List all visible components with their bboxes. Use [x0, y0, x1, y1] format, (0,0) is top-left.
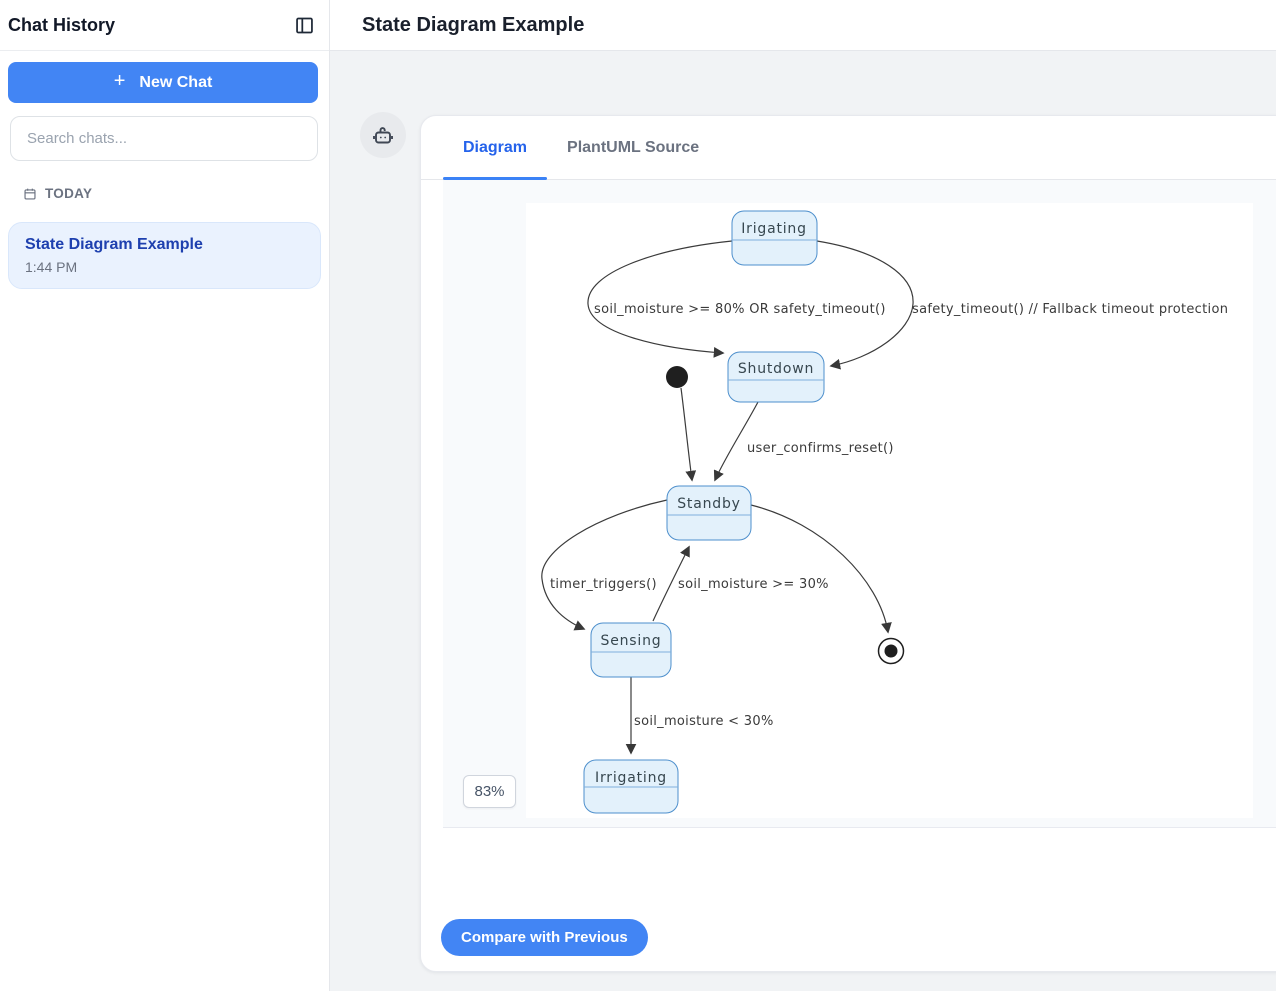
sidebar-header: Chat History [0, 0, 329, 51]
compare-button-label: Compare with Previous [461, 929, 628, 946]
edge-initial-standby [681, 388, 692, 480]
zoom-level-value: 83% [474, 783, 504, 800]
transition-label: soil_moisture >= 80% OR safety_timeout() [594, 302, 886, 317]
new-chat-button[interactable]: + New Chat [8, 62, 318, 103]
compare-with-previous-button[interactable]: Compare with Previous [441, 919, 648, 956]
tab-bar: Diagram PlantUML Source [421, 116, 1276, 180]
page-title: State Diagram Example [362, 14, 584, 37]
zoom-level-badge[interactable]: 83% [463, 775, 516, 808]
state-label: Irrigating [595, 770, 667, 786]
assistant-message-card: Diagram PlantUML Source [420, 115, 1276, 972]
today-label: TODAY [45, 186, 92, 201]
today-section-header: TODAY [23, 186, 329, 201]
state-shutdown: Shutdown [728, 352, 824, 402]
final-state [879, 639, 904, 664]
edge-irigating-shutdown-left [588, 241, 732, 353]
robot-icon [371, 123, 395, 147]
main-header: State Diagram Example [330, 0, 1276, 51]
state-sensing: Sensing [591, 623, 671, 677]
diagram-canvas: Irigating Shutdown Standby [526, 203, 1253, 818]
tab-plantuml-source-label: PlantUML Source [567, 139, 699, 157]
tab-diagram-label: Diagram [463, 139, 527, 157]
chat-content-area: Diagram PlantUML Source [330, 51, 1276, 991]
initial-state-dot [666, 366, 688, 388]
new-chat-label: New Chat [139, 74, 212, 92]
state-label: Irigating [741, 221, 807, 237]
avatar [360, 112, 406, 158]
state-irrigating-bottom: Irrigating [584, 760, 678, 813]
transition-label: soil_moisture < 30% [634, 714, 774, 729]
search-input[interactable] [10, 116, 318, 161]
app: Chat History + New Chat TODAY Sta [0, 0, 1276, 991]
transition-label: soil_moisture >= 30% [678, 577, 829, 592]
transition-label: timer_triggers() [550, 577, 657, 592]
tab-plantuml-source[interactable]: PlantUML Source [547, 116, 719, 179]
calendar-icon [23, 187, 37, 201]
chat-history-sidebar: Chat History + New Chat TODAY Sta [0, 0, 330, 991]
diagram-viewport[interactable]: Irigating Shutdown Standby [443, 180, 1276, 828]
state-label: Sensing [601, 633, 662, 649]
tab-diagram[interactable]: Diagram [443, 116, 547, 179]
state-label: Shutdown [738, 361, 814, 377]
sidebar-toggle-icon[interactable] [293, 14, 315, 36]
state-standby: Standby [667, 486, 751, 540]
chat-list-item[interactable]: State Diagram Example 1:44 PM [8, 222, 321, 289]
state-label: Standby [677, 496, 741, 512]
state-irigating-top: Irigating [732, 211, 817, 265]
transition-label: safety_timeout() // Fallback timeout pro… [912, 302, 1228, 317]
chat-item-title: State Diagram Example [25, 236, 304, 254]
edge-standby-final [751, 505, 888, 632]
chat-item-time: 1:44 PM [25, 259, 304, 275]
main-panel: State Diagram Example Diagram [330, 0, 1276, 991]
sidebar-title: Chat History [8, 15, 115, 36]
plus-icon: + [114, 70, 126, 93]
state-diagram-svg: Irigating Shutdown Standby [526, 203, 1253, 818]
transition-label: user_confirms_reset() [747, 441, 894, 456]
edge-standby-sensing [542, 500, 667, 629]
